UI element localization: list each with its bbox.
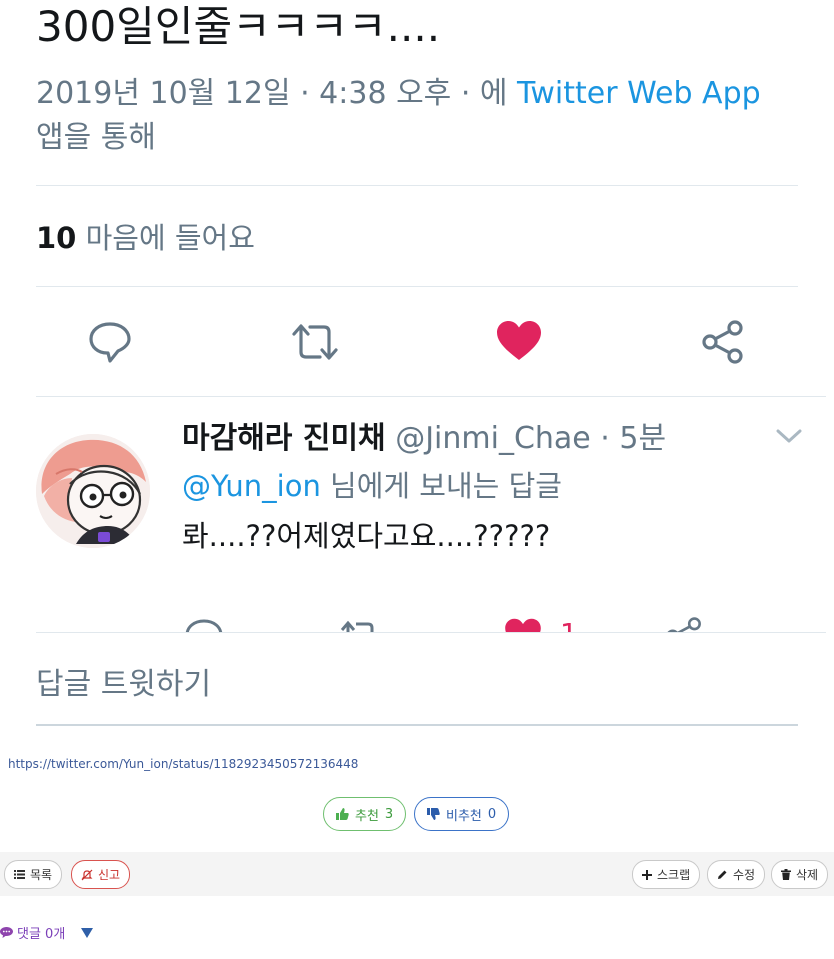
divider	[36, 396, 826, 397]
scrap-button[interactable]: 스크랩	[632, 860, 701, 889]
delete-button[interactable]: 삭제	[771, 860, 829, 889]
avatar[interactable]	[36, 434, 150, 548]
heart-icon[interactable]	[504, 618, 542, 632]
reply-to-label: 님에게 보내는 답글	[320, 469, 562, 503]
divider	[36, 185, 798, 186]
reply-mention-link[interactable]: @Yun_ion	[182, 469, 321, 503]
reply-icon[interactable]	[184, 618, 224, 632]
tweet-text: 300일인줄ㅋㅋㅋㅋ....	[36, 2, 441, 51]
retweet-action[interactable]	[290, 320, 340, 364]
heart-icon	[497, 321, 541, 360]
tweet-timestamp: 2019년 10월 12일 · 4:38 오후 · 에	[36, 76, 518, 111]
list-icon	[14, 870, 25, 879]
downvote-button[interactable]: 비추천 0	[414, 797, 510, 831]
reply-author-name[interactable]: 마감해라 진미채	[182, 421, 386, 456]
retweet-icon[interactable]	[338, 618, 382, 632]
delete-label: 삭제	[796, 868, 819, 882]
reply-icon	[89, 322, 131, 363]
reply-action[interactable]	[88, 320, 132, 364]
downvote-label: 비추천	[446, 808, 482, 824]
share-icon	[702, 320, 743, 364]
likes-summary[interactable]: 10 마음에 들어요	[36, 218, 255, 258]
list-label: 목록	[30, 868, 53, 882]
reply-header: 마감해라 진미채 @Jinmi_Chae · 5분	[182, 418, 666, 460]
reply-to-line: @Yun_ion 님에게 보내는 답글	[182, 466, 562, 506]
trash-icon	[781, 869, 791, 880]
downvote-count: 0	[487, 806, 497, 822]
board-action-bar: 목록 신고 스크랩 수정 삭제	[0, 852, 834, 896]
upvote-count: 3	[384, 806, 394, 822]
retweet-icon	[292, 324, 338, 360]
caret-down-icon[interactable]	[81, 927, 94, 938]
report-label: 신고	[98, 868, 121, 882]
scrap-label: 스크랩	[657, 868, 691, 882]
source-url-link[interactable]: https://twitter.com/Yun_ion/status/11829…	[8, 756, 358, 772]
edit-button[interactable]: 수정	[707, 860, 766, 889]
tweet-meta: 2019년 10월 12일 · 4:38 오후 · 에 Twitter Web …	[36, 72, 796, 160]
edit-label: 수정	[733, 868, 756, 882]
upvote-label: 추천	[355, 808, 379, 824]
speech-bubble-icon	[0, 927, 13, 938]
reply-compose-input[interactable]: 답글 트윗하기	[36, 664, 211, 706]
tweet-source-link[interactable]: Twitter Web App	[517, 76, 761, 111]
divider	[36, 632, 826, 633]
reply-author-handle[interactable]: @Jinmi_Chae · 5분	[386, 421, 666, 456]
avatar-illustration-icon	[36, 434, 150, 548]
comments-label: 댓글 0개	[17, 927, 66, 942]
report-button[interactable]: 신고	[71, 860, 131, 889]
tweet-source-suffix: 앱을 통해	[36, 120, 156, 155]
share-action[interactable]	[700, 319, 746, 365]
share-icon[interactable]	[664, 616, 704, 632]
reply-tweet[interactable]: 마감해라 진미채 @Jinmi_Chae · 5분 @Yun_ion 님에게 보…	[36, 398, 826, 632]
pencil-icon	[717, 869, 728, 880]
like-action[interactable]	[496, 320, 542, 362]
reply-like-count: 1	[560, 616, 578, 632]
list-button[interactable]: 목록	[4, 860, 63, 889]
thumbs-down-icon	[427, 808, 440, 820]
thumbs-up-icon	[336, 808, 349, 820]
divider	[36, 286, 798, 287]
plus-icon	[642, 869, 652, 880]
likes-count: 10	[36, 221, 77, 255]
reply-text: 롸....??어제였다고요....?????	[182, 519, 551, 553]
upvote-button[interactable]: 추천 3	[323, 797, 407, 831]
likes-label: 마음에 들어요	[76, 221, 255, 255]
comments-toggle[interactable]: 댓글 0개	[0, 923, 94, 942]
bell-off-icon	[81, 869, 93, 881]
chevron-down-icon[interactable]	[776, 428, 802, 444]
compose-underline	[36, 724, 798, 726]
